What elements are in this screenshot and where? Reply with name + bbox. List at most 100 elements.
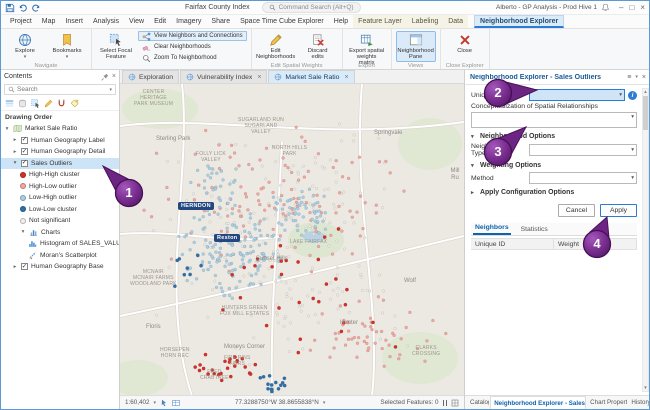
layer-human-geography-base[interactable]: ▸✓Human Geography Base: [1, 261, 119, 273]
map-canvas[interactable]: CENTER HERITAGE PARK MUSEUMSterling Park…: [120, 84, 464, 395]
chevron-down-icon[interactable]: ▾: [635, 74, 638, 80]
ribbon-tab-data[interactable]: Data: [443, 15, 468, 28]
ribbon-tab-feature-layer[interactable]: Feature Layer: [353, 15, 407, 28]
scrollbar-thumb[interactable]: [643, 96, 648, 130]
dock-tab-chart-properties[interactable]: Chart Properties: [587, 396, 627, 409]
contents-search[interactable]: ▾: [4, 84, 116, 95]
ribbon-tab-analysis[interactable]: Analysis: [88, 15, 124, 28]
layer-checkbox[interactable]: ✓: [21, 160, 28, 167]
list-by-snapping-icon[interactable]: [57, 99, 66, 108]
menu-icon[interactable]: ≡: [627, 74, 631, 81]
ribbon-tab-edit[interactable]: Edit: [149, 15, 171, 28]
select-focal-feature-button[interactable]: Select Focal Feature: [96, 31, 136, 62]
layer-human-geography-detail[interactable]: ▸✓Human Geography Detail: [1, 146, 119, 158]
layer-checkbox[interactable]: ✓: [21, 137, 28, 144]
layer-high-high-cluster[interactable]: High-High cluster: [1, 169, 119, 181]
close-tab-icon[interactable]: ×: [344, 74, 348, 81]
maximize-button[interactable]: □: [629, 3, 634, 12]
layer-low-high-outlier[interactable]: Low-High outlier: [1, 192, 119, 204]
scroll-down-icon[interactable]: ▼: [643, 385, 648, 391]
expander-icon[interactable]: ▸: [12, 264, 18, 270]
attribute-table-icon[interactable]: [172, 399, 180, 407]
pane-tab-statistics[interactable]: Statistics: [519, 226, 550, 235]
ribbon-tab-help[interactable]: Help: [329, 15, 353, 28]
list-by-source-icon[interactable]: [18, 99, 27, 108]
method-dropdown[interactable]: ▾: [529, 172, 637, 184]
neighborhood-options-section[interactable]: ▾ Neighborhood Options: [471, 133, 637, 140]
dock-tab-neighborhood-explorer-sales-outliers[interactable]: Neighborhood Explorer - Sales Outliers: [490, 396, 586, 409]
bookmarks-button[interactable]: Bookmarks▾: [47, 31, 87, 62]
clear-neighborhoods-button[interactable]: Clear Neighborhoods: [138, 42, 247, 52]
view-tab-vulnerability-index[interactable]: Vulnerability Index×: [180, 70, 267, 83]
unique-id-dropdown[interactable]: ▾: [529, 89, 625, 101]
apply-configuration-options-section[interactable]: ▸ Apply Configuration Options: [471, 189, 637, 196]
conceptualization-dropdown[interactable]: ▾: [471, 112, 637, 128]
ribbon-tab-map[interactable]: Map: [37, 15, 61, 28]
ribbon-tab-neighborhood-explorer[interactable]: Neighborhood Explorer: [474, 15, 564, 28]
pin-icon[interactable]: [101, 73, 109, 81]
close-pane-icon[interactable]: ×: [642, 74, 646, 81]
close-panel-icon[interactable]: ×: [112, 73, 116, 80]
unique-id-column-header[interactable]: Unique ID: [471, 239, 554, 249]
view-tab-market-sale-ratio[interactable]: Market Sale Ratio×: [268, 70, 354, 83]
expander-icon[interactable]: ▾: [20, 229, 26, 235]
ribbon-tab-view[interactable]: View: [124, 15, 149, 28]
list-by-editing-icon[interactable]: [44, 99, 53, 108]
list-by-labeling-icon[interactable]: [70, 99, 79, 108]
view-tab-exploration[interactable]: Exploration: [122, 70, 179, 83]
ribbon-tab-imagery[interactable]: Imagery: [171, 15, 206, 28]
layer-charts[interactable]: ▾Charts: [1, 227, 119, 239]
redo-icon[interactable]: [31, 3, 41, 13]
layer-high-low-outlier[interactable]: High-Low outlier: [1, 181, 119, 193]
chevron-down-icon[interactable]: ▾: [323, 400, 326, 406]
refresh-grid-icon[interactable]: [451, 399, 459, 407]
contents-search-input[interactable]: [17, 86, 107, 93]
scroll-up-icon[interactable]: ▲: [643, 89, 648, 95]
expander-icon[interactable]: ▸: [12, 149, 18, 155]
layer-human-geography-label[interactable]: ▸✓Human Geography Label: [1, 135, 119, 147]
layer-not-significant[interactable]: Not significant: [1, 215, 119, 227]
command-search[interactable]: Command Search (Alt+Q): [262, 2, 361, 13]
edit-neighborhoods-button[interactable]: Edit Neighborhoods: [256, 31, 296, 62]
layer-histogram-of-sales-value[interactable]: Histogram of SALES_VALUE: [1, 238, 119, 250]
info-icon[interactable]: i: [628, 91, 637, 100]
layer-market-sale-ratio[interactable]: ▾Market Sale Ratio: [1, 123, 119, 135]
dock-tab-history[interactable]: History: [628, 396, 649, 409]
notifications-icon[interactable]: [601, 3, 610, 12]
neighborhood-pane-button[interactable]: Neighborhood Pane: [396, 31, 436, 62]
minimize-button[interactable]: –: [619, 3, 623, 12]
ribbon-tab-insert[interactable]: Insert: [60, 15, 88, 28]
apply-button[interactable]: Apply: [600, 204, 637, 217]
zoom-to-neighborhood-button[interactable]: Zoom To Neighborhood: [138, 53, 247, 63]
undo-icon[interactable]: [18, 3, 28, 13]
layer-moran-s-scatterplot[interactable]: Moran's Scatterplot: [1, 250, 119, 262]
list-by-drawing-order-icon[interactable]: [5, 99, 14, 108]
scale-display[interactable]: 1:60,402: [125, 399, 150, 406]
layer-low-low-cluster[interactable]: Low-Low cluster: [1, 204, 119, 216]
discard-edits-button[interactable]: Discard edits: [298, 31, 338, 62]
dock-tab-catalog[interactable]: Catalog: [467, 396, 489, 409]
layer-sales-outliers[interactable]: ▾✓Sales Outliers: [1, 158, 119, 170]
pane-tab-neighbors[interactable]: Neighbors: [473, 224, 511, 235]
weight-column-header[interactable]: Weight: [554, 239, 637, 249]
close-window-button[interactable]: ×: [640, 3, 645, 12]
expander-icon[interactable]: ▾: [12, 160, 18, 166]
selection-tool-icon[interactable]: [160, 399, 168, 407]
view-neighbors-and-connections-button[interactable]: View Neighbors and Connections: [138, 31, 247, 41]
list-by-selection-icon[interactable]: [31, 99, 40, 108]
ribbon-tab-labeling[interactable]: Labeling: [407, 15, 443, 28]
ribbon-tab-space-time-cube-explorer[interactable]: Space Time Cube Explorer: [235, 15, 329, 28]
ribbon-tab-share[interactable]: Share: [206, 15, 235, 28]
cancel-button[interactable]: Cancel: [558, 204, 595, 217]
account-label[interactable]: Alberto - GP Analysis - Prod Hive 1: [496, 4, 597, 11]
save-icon[interactable]: [5, 3, 15, 13]
coordinate-display[interactable]: 77.3288750°W 38.8655838°N: [235, 399, 319, 406]
weighting-options-section[interactable]: ▾ Weighting Options: [471, 162, 637, 169]
pause-drawing-icon[interactable]: [443, 400, 448, 406]
neighborhood-type-dropdown[interactable]: ▾: [529, 144, 637, 156]
layer-checkbox[interactable]: ✓: [21, 263, 28, 270]
expander-icon[interactable]: ▸: [12, 137, 18, 143]
expander-icon[interactable]: ▾: [4, 126, 10, 132]
chevron-down-icon[interactable]: ▾: [154, 400, 157, 406]
ribbon-tab-project[interactable]: Project: [5, 15, 37, 28]
